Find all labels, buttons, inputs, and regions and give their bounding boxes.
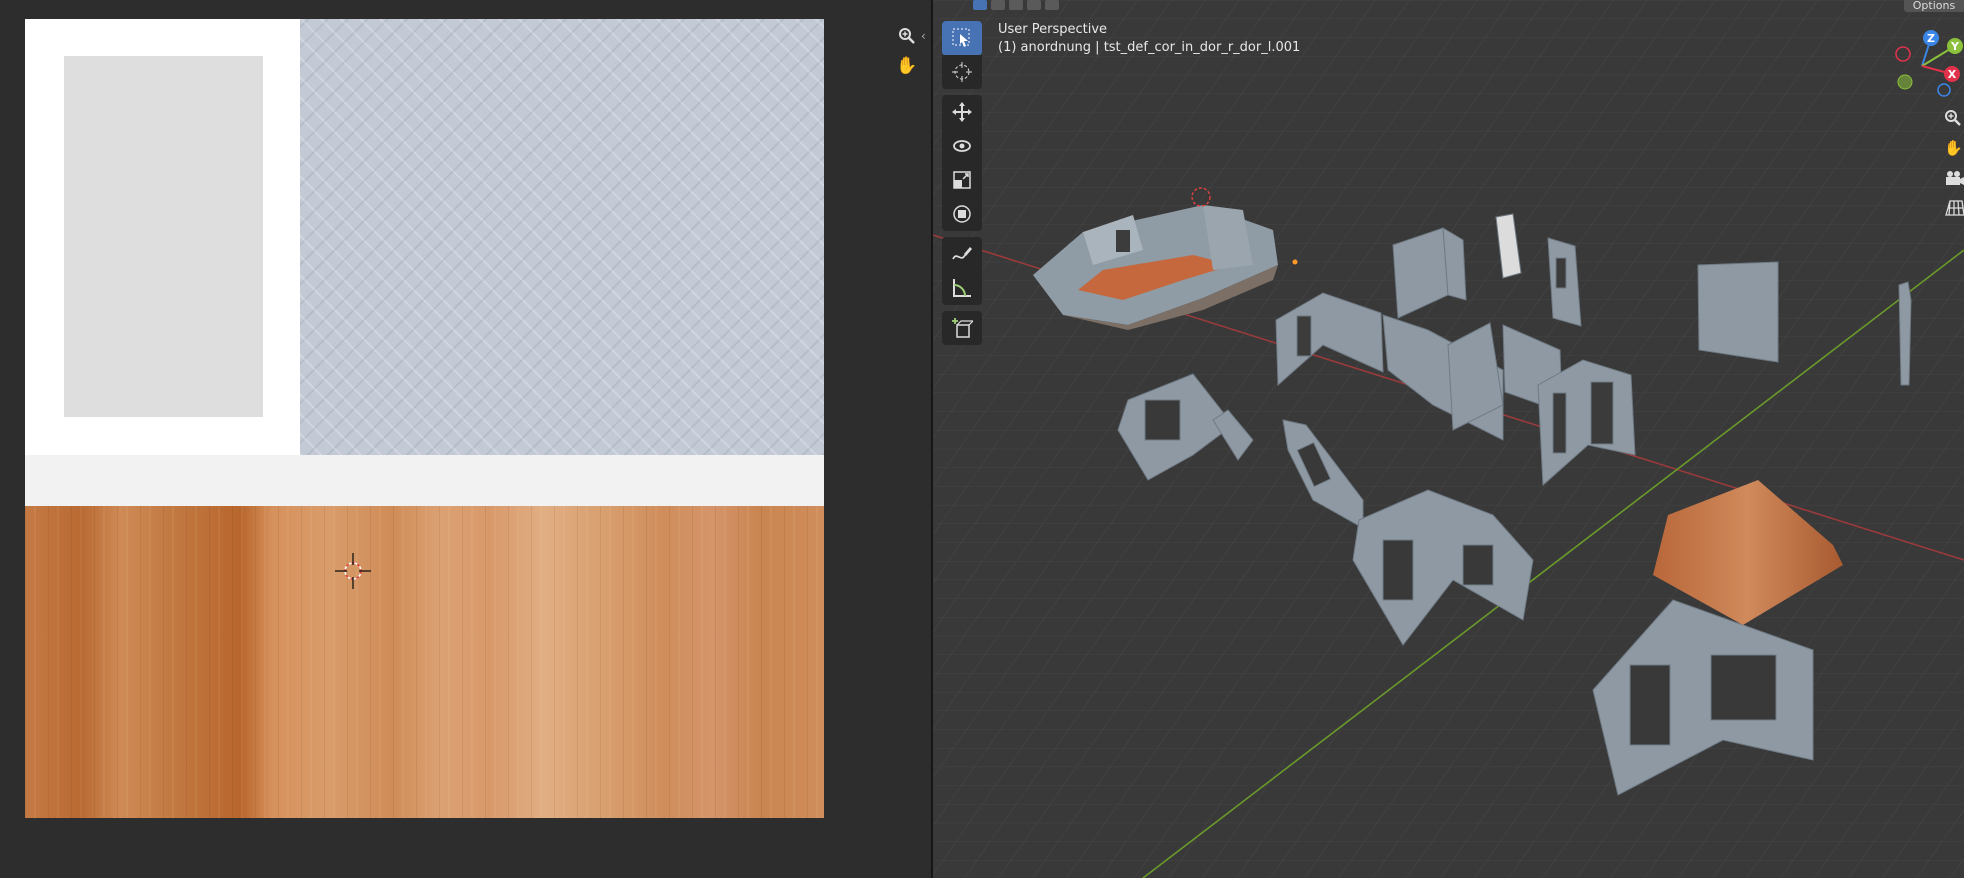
navigation-gizmo[interactable]: Z Y X	[1884, 26, 1964, 106]
x-axis-label: X	[1948, 68, 1957, 81]
hand-icon[interactable]: ✋	[1944, 137, 1964, 159]
select-box-tool[interactable]	[942, 21, 982, 55]
options-menu-button[interactable]: Options	[1904, 0, 1964, 12]
select-mode-invert-icon[interactable]	[1027, 0, 1041, 10]
grid-icon[interactable]	[1944, 197, 1964, 219]
uv-editor-area[interactable]: ✋ ‹	[0, 0, 931, 878]
z-axis-label: Z	[1927, 32, 1935, 45]
tool-shelf	[942, 21, 982, 351]
zoom-icon[interactable]	[894, 23, 920, 49]
move-icon	[952, 102, 972, 122]
annotate-icon	[952, 247, 972, 260]
rotate-tool[interactable]	[942, 129, 982, 163]
texture-wood-region	[25, 506, 824, 818]
scale-tool[interactable]	[942, 163, 982, 197]
camera-icon[interactable]	[1944, 167, 1964, 189]
select-mode-intersect-icon[interactable]	[1045, 0, 1059, 10]
texture-wallpaper-region	[300, 19, 824, 455]
texture-image[interactable]	[25, 19, 824, 818]
texture-light-strip	[25, 455, 824, 506]
texture-white-region	[25, 19, 300, 455]
cursor-icon	[952, 62, 972, 82]
cursor-tool[interactable]	[942, 55, 982, 89]
y-axis-label: Y	[1950, 40, 1960, 53]
add-cube-icon	[952, 318, 973, 338]
2d-cursor-icon[interactable]	[335, 553, 371, 589]
viewport-scene	[933, 0, 1964, 878]
add-cube-tool[interactable]	[942, 311, 982, 345]
select-mode-subtract-icon[interactable]	[1009, 0, 1023, 10]
scale-icon	[953, 171, 971, 189]
annotate-tool[interactable]	[942, 237, 982, 271]
texture-grey-panel	[64, 56, 263, 417]
viewport-header-buttons[interactable]	[973, 0, 1059, 12]
move-tool[interactable]	[942, 95, 982, 129]
select-mode-extend-icon[interactable]	[991, 0, 1005, 10]
select-box-icon	[952, 28, 970, 47]
rotate-icon	[953, 140, 971, 152]
3d-viewport[interactable]: Options User Perspective (1) anordnung |…	[933, 0, 1964, 878]
select-mode-new-icon[interactable]	[973, 0, 987, 10]
zoom-icon[interactable]	[1944, 107, 1964, 129]
view-name-label: User Perspective	[998, 22, 1108, 37]
measure-icon	[953, 279, 971, 297]
active-object-label: (1) anordnung | tst_def_cor_in_dor_r_dor…	[998, 40, 1301, 55]
hand-icon[interactable]: ✋	[894, 53, 920, 79]
transform-tool[interactable]	[942, 197, 982, 231]
chevron-left-icon[interactable]: ‹	[921, 29, 926, 43]
measure-tool[interactable]	[942, 271, 982, 305]
transform-icon	[953, 205, 971, 223]
